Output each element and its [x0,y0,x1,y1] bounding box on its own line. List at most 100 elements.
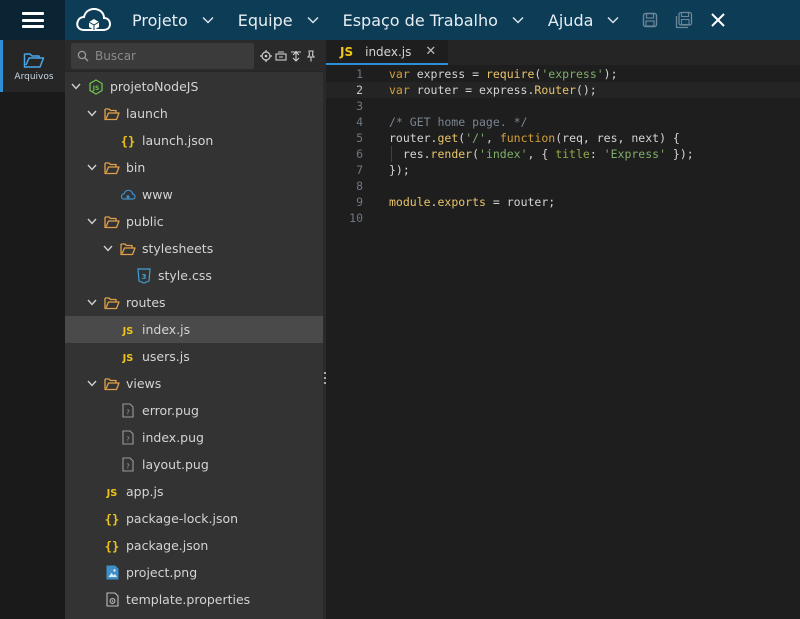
json-file-icon: {} [120,133,136,149]
activity-item-arquivos[interactable]: Arquivos [0,40,65,92]
close-icon[interactable] [709,11,727,29]
tree-item-label: www [142,187,173,202]
filter-icon[interactable] [290,50,302,62]
folder-open-icon [104,295,120,311]
menu-equipe[interactable]: Equipe [226,0,331,40]
tree-folder[interactable]: launch [65,100,323,127]
tab-index-js[interactable]: JS index.js ✕ [326,40,449,65]
top-actions [641,11,727,29]
tree-file[interactable]: {} package.json [65,532,323,559]
unknown-file-icon: ? [120,403,136,419]
tree-item-label: error.pug [142,403,199,418]
tree-file[interactable]: ? layout.pug [65,451,323,478]
chevron-down-icon [607,16,619,24]
svg-text:?: ? [126,409,130,417]
tree-file[interactable]: JS index.js [65,316,323,343]
tree-item-label: template.properties [126,592,251,607]
folder-open-icon [104,376,120,392]
tree-item-label: bin [126,160,146,175]
top-menu-bar: Projeto Equipe Espaço de Trabalho Ajuda [0,0,800,40]
tree-item-label: launch [126,106,168,121]
chevron-down-icon[interactable] [86,297,98,309]
main-menu: Projeto Equipe Espaço de Trabalho Ajuda [120,0,631,40]
code-line: 8 [326,178,800,194]
chevron-down-icon[interactable] [86,378,98,390]
tree-item-label: projetoNodeJS [110,79,199,94]
save-icon[interactable] [641,11,659,29]
menu-hamburger-icon[interactable] [0,0,65,40]
line-number: 1 [356,67,363,81]
tab-label: index.js [365,44,412,59]
image-file-icon [104,565,120,581]
chevron-down-icon[interactable] [86,108,98,120]
js-file-icon: JS [104,484,120,500]
collapse-all-icon[interactable] [275,50,287,62]
code-text: module.exports = router; [389,195,556,209]
code-line: 6 res.render('index', { title: 'Express'… [326,146,800,162]
tree-folder[interactable]: bin [65,154,323,181]
code-text: /* GET home page. */ [389,115,528,129]
tree-folder[interactable]: stylesheets [65,235,323,262]
code-editor: JS index.js ✕ 1 var express = require('ex… [326,40,800,619]
menu-espa-o-de-trabalho[interactable]: Espaço de Trabalho [331,0,536,40]
tree-file[interactable]: JS app.js [65,478,323,505]
folder-open-icon [104,214,120,230]
save-all-icon[interactable] [675,11,693,29]
tree-file[interactable]: ? error.pug [65,397,323,424]
tree-item-label: project.png [126,565,198,580]
chevron-down-icon[interactable] [86,162,98,174]
tree-item-label: package-lock.json [126,511,239,526]
folder-open-icon [120,241,136,257]
tree-file[interactable]: template.properties [65,586,323,613]
code-area[interactable]: 1 var express = require('express'); 2 var r… [326,65,800,226]
chevron-down-icon[interactable] [70,81,82,93]
tab-close-icon[interactable]: ✕ [425,44,436,59]
locate-icon[interactable] [260,49,272,62]
menu-label: Equipe [237,10,293,30]
code-text: }); [389,163,410,177]
cloud-logo-icon[interactable] [65,0,120,40]
code-line: 7}); [326,162,800,178]
json-file-icon: {} [104,511,120,527]
line-number: 8 [356,179,363,193]
menu-projeto[interactable]: Projeto [120,0,226,40]
tree-file[interactable]: project.png [65,559,323,586]
tree-item-label: package.json [126,538,209,553]
svg-text:{}: {} [105,512,119,526]
svg-text:JS: JS [106,488,118,499]
menu-label: Espaço de Trabalho [342,10,498,30]
cloud-file-icon [120,187,136,203]
unknown-file-icon: ? [120,457,136,473]
tree-folder[interactable]: JS projetoNodeJS [65,73,323,100]
menu-ajuda[interactable]: Ajuda [536,0,632,40]
line-number: 4 [356,115,363,129]
chevron-down-icon[interactable] [86,216,98,228]
tree-item-label: launch.json [142,133,214,148]
tree-file[interactable]: ? index.pug [65,424,323,451]
pin-icon[interactable] [305,49,317,62]
folder-open-icon [104,160,120,176]
tree-file[interactable]: JS users.js [65,343,323,370]
tree-folder[interactable]: routes [65,289,323,316]
tree-file[interactable]: {} package-lock.json [65,505,323,532]
tree-folder[interactable]: views [65,370,323,397]
indent-guide [391,146,392,162]
code-text: router.get('/', function(req, res, next)… [389,131,680,145]
tree-file[interactable]: {} launch.json [65,127,323,154]
search-input[interactable] [95,48,248,63]
svg-text:{}: {} [105,539,119,553]
chevron-down-icon[interactable] [102,243,114,255]
activity-bar: Arquivos [0,40,65,619]
tree-file[interactable]: www [65,181,323,208]
code-line: 1 var express = require('express'); [326,66,800,82]
tree-item-label: index.js [142,322,191,337]
tree-file[interactable]: 3 style.css [65,262,323,289]
svg-text:3: 3 [142,273,147,281]
line-number: 5 [356,131,363,145]
chevron-down-icon [512,16,524,24]
tree-folder[interactable]: public [65,208,323,235]
code-line: 5 router.get('/', function(req, res, next… [326,130,800,146]
